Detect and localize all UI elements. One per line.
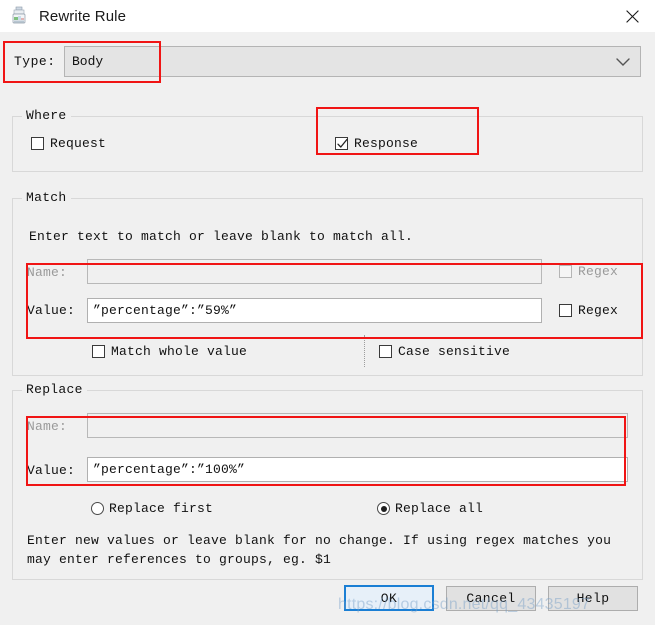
match-name-regex-label: Regex <box>578 264 619 279</box>
case-sensitive-checkbox[interactable]: Case sensitive <box>379 344 510 359</box>
close-button[interactable] <box>609 0 655 32</box>
checkbox-box <box>335 137 348 150</box>
rewrite-rule-dialog: Rewrite Rule Type: Body Where Request Re… <box>0 0 655 625</box>
radio-box <box>377 502 390 515</box>
match-whole-value-checkbox[interactable]: Match whole value <box>92 344 247 359</box>
request-checkbox[interactable]: Request <box>31 136 106 151</box>
match-value-regex-checkbox[interactable]: Regex <box>559 303 618 318</box>
match-value-input[interactable]: ”percentage”:”59%” <box>87 298 542 323</box>
match-hint: Enter text to match or leave blank to ma… <box>29 229 414 244</box>
checkbox-box <box>379 345 392 358</box>
match-value-label: Value: <box>27 303 76 318</box>
where-legend: Where <box>22 108 71 123</box>
replace-hint-line-1: Enter new values or leave blank for no c… <box>27 533 612 548</box>
replace-all-label: Replace all <box>395 501 484 516</box>
replace-first-label: Replace first <box>109 501 214 516</box>
match-name-input[interactable] <box>87 259 542 284</box>
checkbox-box <box>31 137 44 150</box>
help-button[interactable]: Help <box>548 586 638 611</box>
match-name-regex-checkbox[interactable]: Regex <box>559 264 618 279</box>
dialog-content: Type: Body Where Request Response Match … <box>0 32 655 625</box>
checkbox-box <box>559 265 572 278</box>
checkbox-box <box>92 345 105 358</box>
replace-value-input[interactable]: ”percentage”:”100%” <box>87 457 628 482</box>
ok-button[interactable]: OK <box>344 585 434 611</box>
checkmark-icon <box>337 138 348 148</box>
request-checkbox-label: Request <box>50 136 107 151</box>
window-title: Rewrite Rule <box>39 7 127 25</box>
replace-first-radio[interactable]: Replace first <box>91 501 213 516</box>
type-select[interactable]: Body <box>64 46 641 77</box>
charles-bottle-icon <box>12 6 26 24</box>
close-icon <box>625 9 639 23</box>
type-label: Type: <box>14 54 56 69</box>
type-row: Type: Body <box>0 46 655 80</box>
cancel-button[interactable]: Cancel <box>446 586 536 611</box>
replace-name-label: Name: <box>27 419 68 434</box>
options-separator <box>364 335 365 367</box>
replace-all-radio[interactable]: Replace all <box>377 501 483 516</box>
checkbox-box <box>559 304 572 317</box>
type-select-value: Body <box>72 54 104 69</box>
replace-hint-line-2: may enter references to groups, eg. $1 <box>27 552 332 567</box>
match-legend: Match <box>22 190 71 205</box>
match-whole-value-label: Match whole value <box>111 344 248 359</box>
replace-legend: Replace <box>22 382 87 397</box>
match-name-label: Name: <box>27 265 68 280</box>
case-sensitive-label: Case sensitive <box>398 344 511 359</box>
response-checkbox[interactable]: Response <box>335 136 418 151</box>
radio-dot <box>380 505 387 512</box>
match-group: Match Enter text to match or leave blank… <box>12 190 643 376</box>
replace-value-label: Value: <box>27 463 76 478</box>
match-value-regex-label: Regex <box>578 303 619 318</box>
radio-box <box>91 502 104 515</box>
replace-name-input[interactable] <box>87 413 628 438</box>
response-checkbox-label: Response <box>354 136 419 151</box>
title-bar: Rewrite Rule <box>0 0 655 32</box>
where-group: Where Request Response <box>12 108 643 172</box>
replace-group: Replace Name: Value: ”percentage”:”100%”… <box>12 382 643 580</box>
chevron-down-icon <box>616 58 630 66</box>
